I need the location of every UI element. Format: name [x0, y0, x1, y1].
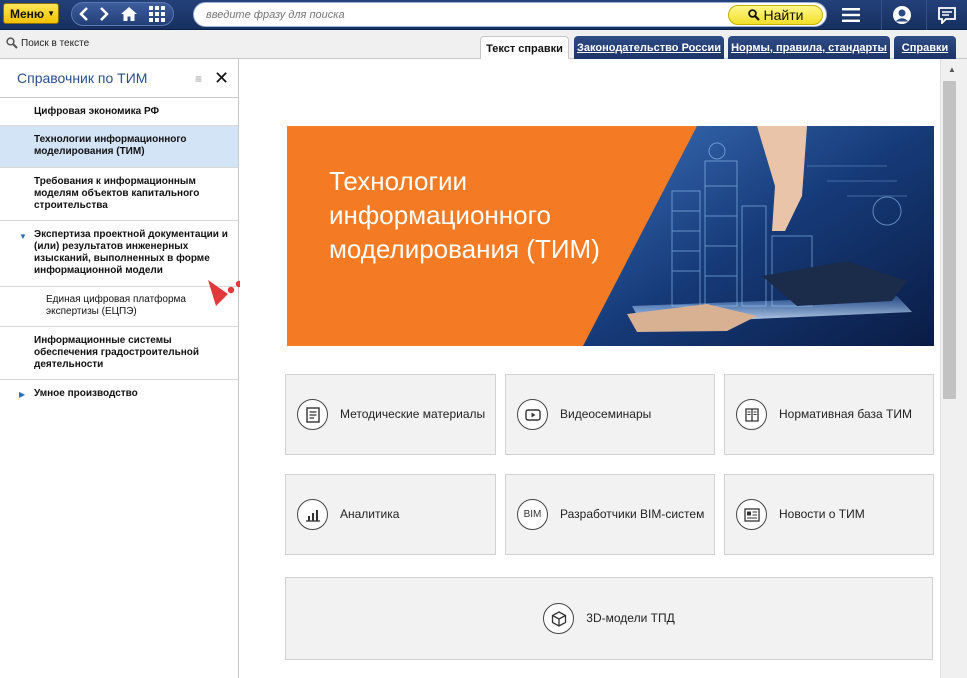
tile-regulatory-base[interactable]: Нормативная база ТИМ: [724, 374, 934, 455]
close-icon[interactable]: ✕: [214, 68, 229, 89]
magnifier-icon: [6, 37, 18, 49]
menu-label: Меню: [10, 6, 45, 21]
apps-grid-icon[interactable]: [146, 3, 168, 25]
tile-video-seminars[interactable]: Видеосеминары: [505, 374, 715, 455]
hamburger-menu-icon[interactable]: [831, 0, 871, 30]
tile-label: Методические материалы: [340, 407, 486, 421]
home-icon[interactable]: [118, 3, 140, 25]
collapsed-triangle-icon[interactable]: ▶: [19, 389, 25, 401]
tab-bar: Поиск в тексте Текст справки Законодател…: [0, 30, 967, 60]
navigation-group: [71, 2, 174, 26]
search-input[interactable]: [206, 7, 706, 23]
sidebar-item-label: Цифровая экономика РФ: [34, 106, 160, 117]
document-icon: [297, 399, 328, 430]
magnifier-icon: [747, 9, 760, 21]
tile-methodical-materials[interactable]: Методические материалы: [285, 374, 496, 455]
tile-analytics[interactable]: Аналитика: [285, 474, 496, 555]
sidebar-item-label: Умное производство: [34, 388, 138, 399]
tile-label: 3D-модели ТПД: [586, 611, 675, 625]
tile-label: Аналитика: [340, 507, 400, 521]
find-button[interactable]: Найти: [728, 5, 823, 25]
chat-icon[interactable]: [926, 0, 966, 30]
top-toolbar: Меню ▼ Найти: [0, 0, 967, 30]
search-in-text-link[interactable]: Поиск в тексте: [6, 37, 89, 49]
sidebar-item-label: Требования к информационным моделям объе…: [34, 176, 200, 211]
back-arrow-icon[interactable]: [76, 3, 92, 25]
sidebar-item-digital-economy[interactable]: Цифровая экономика РФ: [0, 98, 238, 126]
vertical-scrollbar[interactable]: ▲: [940, 59, 967, 678]
sidebar-item-label: Информационные системы обеспечения градо…: [34, 335, 200, 370]
tile-3d-models[interactable]: 3D-модели ТПД: [285, 577, 933, 660]
banner-title: Технологии информационного моделирования…: [329, 166, 600, 264]
news-icon: [736, 499, 767, 530]
content-area: Технологии информационного моделирования…: [240, 59, 940, 678]
tab-references[interactable]: Справки: [894, 36, 956, 59]
hero-banner: Технологии информационного моделирования…: [287, 126, 934, 346]
bim-icon-text: BIM: [523, 509, 542, 520]
cube-icon: [543, 603, 575, 634]
forward-arrow-icon[interactable]: [96, 3, 112, 25]
search-bar: Найти: [193, 2, 827, 27]
sidebar-item-smart-production[interactable]: ▶ Умное производство: [0, 380, 238, 408]
sidebar-item-model-requirements[interactable]: Требования к информационным моделям объе…: [0, 168, 238, 221]
tile-label: Разработчики BIM-систем: [560, 507, 705, 521]
sidebar-item-label: Технологии информационного моделирования…: [34, 134, 187, 157]
sidebar: Справочник по ТИМ ≡ ✕ Цифровая экономика…: [0, 59, 239, 678]
scroll-up-icon[interactable]: ▲: [948, 65, 956, 74]
find-button-label: Найти: [763, 7, 804, 23]
tile-label: Видеосеминары: [560, 407, 652, 421]
caret-down-icon: ▼: [47, 9, 56, 18]
tile-bim-developers[interactable]: BIM Разработчики BIM-систем: [505, 474, 715, 555]
sidebar-options-icon[interactable]: ≡: [195, 72, 202, 86]
tab-norms-standards[interactable]: Нормы, правила, стандарты: [728, 36, 890, 59]
scrollbar-thumb[interactable]: [943, 81, 956, 399]
tab-russian-legislation[interactable]: Законодательство России: [574, 36, 724, 59]
menu-button[interactable]: Меню ▼: [3, 3, 59, 24]
search-in-text-label: Поиск в тексте: [21, 37, 90, 49]
sidebar-item-tim[interactable]: Технологии информационного моделирования…: [0, 126, 238, 168]
tile-label: Новости о ТИМ: [779, 507, 865, 521]
sidebar-title: Справочник по ТИМ: [17, 70, 148, 86]
tile-label: Нормативная база ТИМ: [779, 407, 912, 421]
play-icon: [517, 399, 548, 430]
expanded-triangle-icon[interactable]: ▼: [19, 231, 27, 243]
tile-tim-news[interactable]: Новости о ТИМ: [724, 474, 934, 555]
law-book-icon: [736, 399, 767, 430]
chart-icon: [297, 499, 328, 530]
sidebar-header: Справочник по ТИМ ≡ ✕: [0, 59, 238, 98]
bim-icon: BIM: [517, 499, 548, 530]
user-profile-icon[interactable]: [881, 0, 921, 30]
tab-help-text[interactable]: Текст справки: [480, 36, 569, 60]
sidebar-item-info-systems[interactable]: Информационные системы обеспечения градо…: [0, 327, 238, 380]
